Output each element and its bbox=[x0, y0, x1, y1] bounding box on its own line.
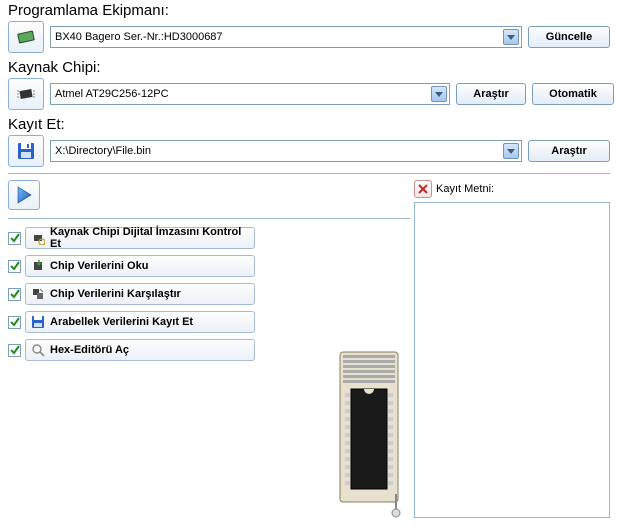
save-search-button[interactable]: Araştır bbox=[528, 140, 610, 162]
step-checkbox[interactable] bbox=[8, 288, 21, 301]
chip-search-button[interactable]: Araştır bbox=[456, 83, 526, 105]
step-hex-editor[interactable]: Hex-Editörü Aç bbox=[25, 339, 255, 361]
step-label: Arabellek Verilerini Kayıt Et bbox=[50, 316, 193, 328]
chip-value: Atmel AT29C256-12PC bbox=[55, 88, 169, 100]
log-header: Kayıt Metni: bbox=[414, 178, 610, 202]
step-checkbox[interactable] bbox=[8, 260, 21, 273]
signature-icon bbox=[30, 230, 46, 246]
dropdown-arrow-icon[interactable] bbox=[503, 143, 519, 159]
step-checkbox[interactable] bbox=[8, 316, 21, 329]
chip-icon-button[interactable] bbox=[8, 78, 44, 110]
equipment-icon-button[interactable] bbox=[8, 21, 44, 53]
step-row: Chip Verilerini Oku bbox=[8, 255, 410, 277]
save-path-combo[interactable]: X:\Directory\File.bin bbox=[50, 140, 522, 162]
step-checkbox[interactable] bbox=[8, 344, 21, 357]
zif-socket-image bbox=[334, 349, 404, 522]
step-label: Chip Verilerini Karşılaştır bbox=[50, 288, 181, 300]
step-row: Arabellek Verilerini Kayıt Et bbox=[8, 311, 410, 333]
chip-compare-icon bbox=[30, 286, 46, 302]
chip-read-icon bbox=[30, 258, 46, 274]
step-read-chip[interactable]: Chip Verilerini Oku bbox=[25, 255, 255, 277]
source-chip-label: Kaynak Chipi: bbox=[8, 59, 610, 76]
step-label: Hex-Editörü Aç bbox=[50, 344, 129, 356]
step-row: Chip Verilerini Karşılaştır bbox=[8, 283, 410, 305]
equipment-value: BX40 Bagero Ser.-Nr.:HD3000687 bbox=[55, 31, 223, 43]
step-save-buffer[interactable]: Arabellek Verilerini Kayıt Et bbox=[25, 311, 255, 333]
step-list: Kaynak Chipi Dijital İmzasını Kontrol Et… bbox=[8, 227, 410, 361]
divider bbox=[8, 173, 610, 174]
step-row: Kaynak Chipi Dijital İmzasını Kontrol Et bbox=[8, 227, 410, 249]
dropdown-arrow-icon[interactable] bbox=[431, 86, 447, 102]
step-compare-chip[interactable]: Chip Verilerini Karşılaştır bbox=[25, 283, 255, 305]
dropdown-arrow-icon[interactable] bbox=[503, 29, 519, 45]
step-checkbox[interactable] bbox=[8, 232, 21, 245]
save-path-value: X:\Directory\File.bin bbox=[55, 145, 151, 157]
update-button[interactable]: Güncelle bbox=[528, 26, 610, 48]
chip-auto-button[interactable]: Otomatik bbox=[532, 83, 614, 105]
run-button[interactable] bbox=[8, 180, 40, 210]
step-label: Chip Verilerini Oku bbox=[50, 260, 148, 272]
floppy-icon bbox=[30, 314, 46, 330]
equipment-combo[interactable]: BX40 Bagero Ser.-Nr.:HD3000687 bbox=[50, 26, 522, 48]
save-icon-button[interactable] bbox=[8, 135, 44, 167]
step-label: Kaynak Chipi Dijital İmzasını Kontrol Et bbox=[50, 226, 250, 250]
log-body bbox=[414, 202, 610, 518]
chip-combo[interactable]: Atmel AT29C256-12PC bbox=[50, 83, 450, 105]
magnifier-icon bbox=[30, 342, 46, 358]
clear-log-button[interactable] bbox=[414, 180, 432, 198]
step-check-signature[interactable]: Kaynak Chipi Dijital İmzasını Kontrol Et bbox=[25, 227, 255, 249]
save-label: Kayıt Et: bbox=[8, 116, 610, 133]
log-title: Kayıt Metni: bbox=[436, 183, 494, 195]
equipment-label: Programlama Ekipmanı: bbox=[8, 2, 610, 19]
